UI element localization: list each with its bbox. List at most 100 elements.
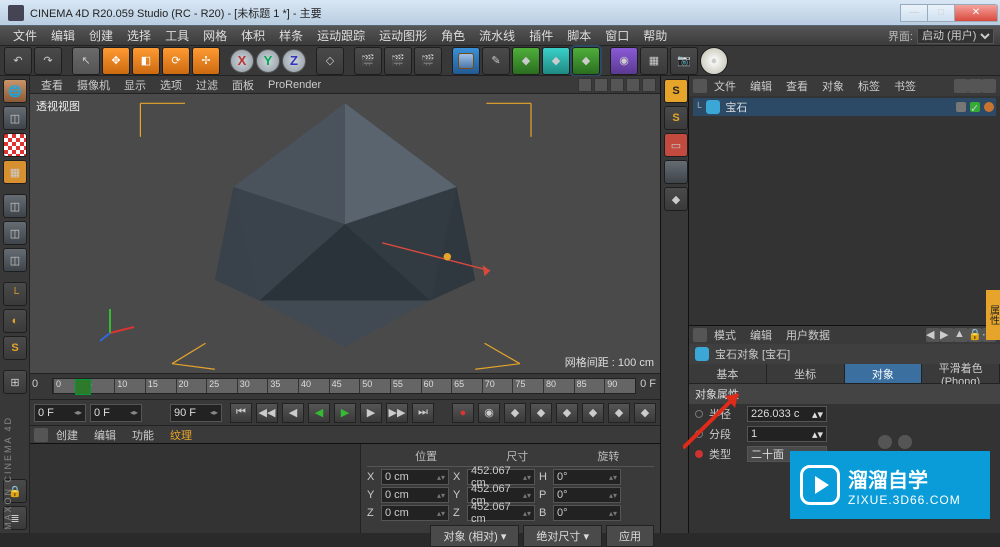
tag-s2-icon[interactable]: S	[664, 106, 688, 130]
light-tool[interactable]: ●	[700, 47, 728, 75]
rotate-tool[interactable]: ⟳	[162, 47, 190, 75]
materials-grip-icon[interactable]	[34, 428, 48, 442]
viewport-solo-icon[interactable]: ◐	[3, 309, 27, 333]
environment[interactable]: ▦	[640, 47, 668, 75]
prim-spline[interactable]: ✎	[482, 47, 510, 75]
phong-tag-icon[interactable]	[984, 102, 994, 112]
texture-mode-icon[interactable]: ▦	[3, 160, 27, 184]
window-minimize[interactable]: —	[900, 4, 928, 22]
generator-sds[interactable]: ◆	[572, 47, 600, 75]
menu-script[interactable]: 脚本	[560, 27, 598, 44]
axis-y-toggle[interactable]: Y	[256, 49, 280, 73]
field-segments[interactable]: 1▴▾	[747, 426, 827, 442]
menu-help[interactable]: 帮助	[636, 27, 674, 44]
vm-prorender[interactable]: ProRender	[261, 79, 328, 91]
generator-nurbs[interactable]: ◆	[512, 47, 540, 75]
tag-s-icon[interactable]: S	[664, 79, 688, 103]
step-fwd[interactable]: ▶▶	[386, 403, 408, 423]
start-frame-field[interactable]: 0 F◂▸	[34, 404, 86, 422]
coord-mode-select[interactable]: 对象 (相对) ▾	[430, 525, 519, 547]
obj-tab-view[interactable]: 查看	[779, 78, 815, 94]
anim-dot-radius[interactable]	[695, 410, 703, 418]
poly-mode-icon[interactable]: ◫	[3, 248, 27, 272]
mat-tab-texture[interactable]: 纹理	[162, 427, 200, 443]
coord-system[interactable]: ◇	[316, 47, 344, 75]
next-frame[interactable]: ▶	[360, 403, 382, 423]
keyset-6[interactable]: ◆	[634, 403, 656, 423]
attr-tab-edit[interactable]: 编辑	[743, 327, 779, 343]
keyset-1[interactable]: ◆	[504, 403, 526, 423]
timeline-ruler[interactable]: 0 0 5 10 15 20 25 30 35 40 45 50 55 60 6…	[30, 373, 660, 399]
menu-edit[interactable]: 编辑	[44, 27, 82, 44]
mat-tab-func[interactable]: 功能	[124, 427, 162, 443]
vm-panel[interactable]: 面板	[225, 77, 261, 93]
current-frame-field[interactable]: 0 F◂▸	[90, 404, 142, 422]
play-forward[interactable]: ▶	[334, 403, 356, 423]
rot-p[interactable]: 0°▴▾	[553, 487, 621, 503]
menu-pipeline[interactable]: 流水线	[472, 27, 522, 44]
attr-grip-icon[interactable]	[693, 328, 707, 342]
attr-nav-fwd-icon[interactable]: ▶	[940, 328, 954, 342]
record-key[interactable]: ●	[452, 403, 474, 423]
goto-end[interactable]: ⏭	[412, 403, 434, 423]
menu-tracking[interactable]: 运动跟踪	[310, 27, 372, 44]
tag-cube-icon[interactable]	[664, 160, 688, 184]
render-settings[interactable]: 🎬	[414, 47, 442, 75]
generator-array[interactable]: ◆	[542, 47, 570, 75]
obj-tab-file[interactable]: 文件	[707, 78, 743, 94]
menu-window[interactable]: 窗口	[598, 27, 636, 44]
snap-icon[interactable]: S	[3, 336, 27, 360]
step-back[interactable]: ◀◀	[256, 403, 278, 423]
axis-mode-icon[interactable]: └	[3, 282, 27, 306]
mat-tab-create[interactable]: 创建	[48, 427, 86, 443]
layout-select[interactable]: 启动 (用户)	[917, 28, 994, 44]
axis-z-toggle[interactable]: Z	[282, 49, 306, 73]
axis-x-toggle[interactable]: X	[230, 49, 254, 73]
anim-dot-segments[interactable]	[695, 430, 703, 438]
keyset-5[interactable]: ◆	[608, 403, 630, 423]
object-manager[interactable]: └ 宝石 ✓	[689, 96, 1000, 326]
obj-tab-bookmark[interactable]: 书签	[887, 78, 923, 94]
menu-volume[interactable]: 体积	[234, 27, 272, 44]
autokey[interactable]: ◉	[478, 403, 500, 423]
keyset-3[interactable]: ◆	[556, 403, 578, 423]
vm-view[interactable]: 查看	[34, 77, 70, 93]
obj-tab-edit[interactable]: 编辑	[743, 78, 779, 94]
menu-plugins[interactable]: 插件	[522, 27, 560, 44]
menu-mograph[interactable]: 运动图形	[372, 27, 434, 44]
object-row-gem[interactable]: └ 宝石 ✓	[693, 98, 996, 116]
vm-camera[interactable]: 摄像机	[70, 77, 117, 93]
keyset-4[interactable]: ◆	[582, 403, 604, 423]
window-close[interactable]: ✕	[954, 4, 998, 22]
prim-cube[interactable]	[452, 47, 480, 75]
search-icon[interactable]	[954, 79, 968, 93]
model-mode-icon[interactable]	[3, 133, 27, 157]
attr-nav-up-icon[interactable]: ▲	[954, 328, 968, 342]
pos-z[interactable]: 0 cm▴▾	[381, 505, 449, 521]
vp-icon-2[interactable]	[594, 78, 608, 92]
menu-file[interactable]: 文件	[6, 27, 44, 44]
attr-tab-mode[interactable]: 模式	[707, 327, 743, 343]
menu-select[interactable]: 选择	[120, 27, 158, 44]
menu-create[interactable]: 创建	[82, 27, 120, 44]
tag-box-icon[interactable]: ▭	[664, 133, 688, 157]
eye-icon[interactable]	[968, 79, 982, 93]
visibility-toggle[interactable]	[956, 102, 966, 112]
anim-dot-type[interactable]	[695, 450, 703, 458]
viewport-3d[interactable]: 透视视图	[30, 94, 660, 373]
field-radius[interactable]: 226.033 c▴▾	[747, 406, 827, 422]
menu-character[interactable]: 角色	[434, 27, 472, 44]
enable-toggle[interactable]: ✓	[970, 102, 980, 112]
vm-filter[interactable]: 过滤	[189, 77, 225, 93]
vm-display[interactable]: 显示	[117, 77, 153, 93]
obj-grip-icon[interactable]	[693, 79, 707, 93]
prev-frame[interactable]: ◀	[282, 403, 304, 423]
end-frame-field[interactable]: 90 F◂▸	[170, 404, 222, 422]
content-browser-icon[interactable]: 🌐	[3, 79, 27, 103]
render-region[interactable]: 🎬	[384, 47, 412, 75]
vp-icon-4[interactable]	[626, 78, 640, 92]
subtab-object[interactable]: 对象	[845, 364, 923, 383]
material-manager[interactable]	[30, 444, 360, 533]
keyset-2[interactable]: ◆	[530, 403, 552, 423]
undo-button[interactable]: ↶	[4, 47, 32, 75]
